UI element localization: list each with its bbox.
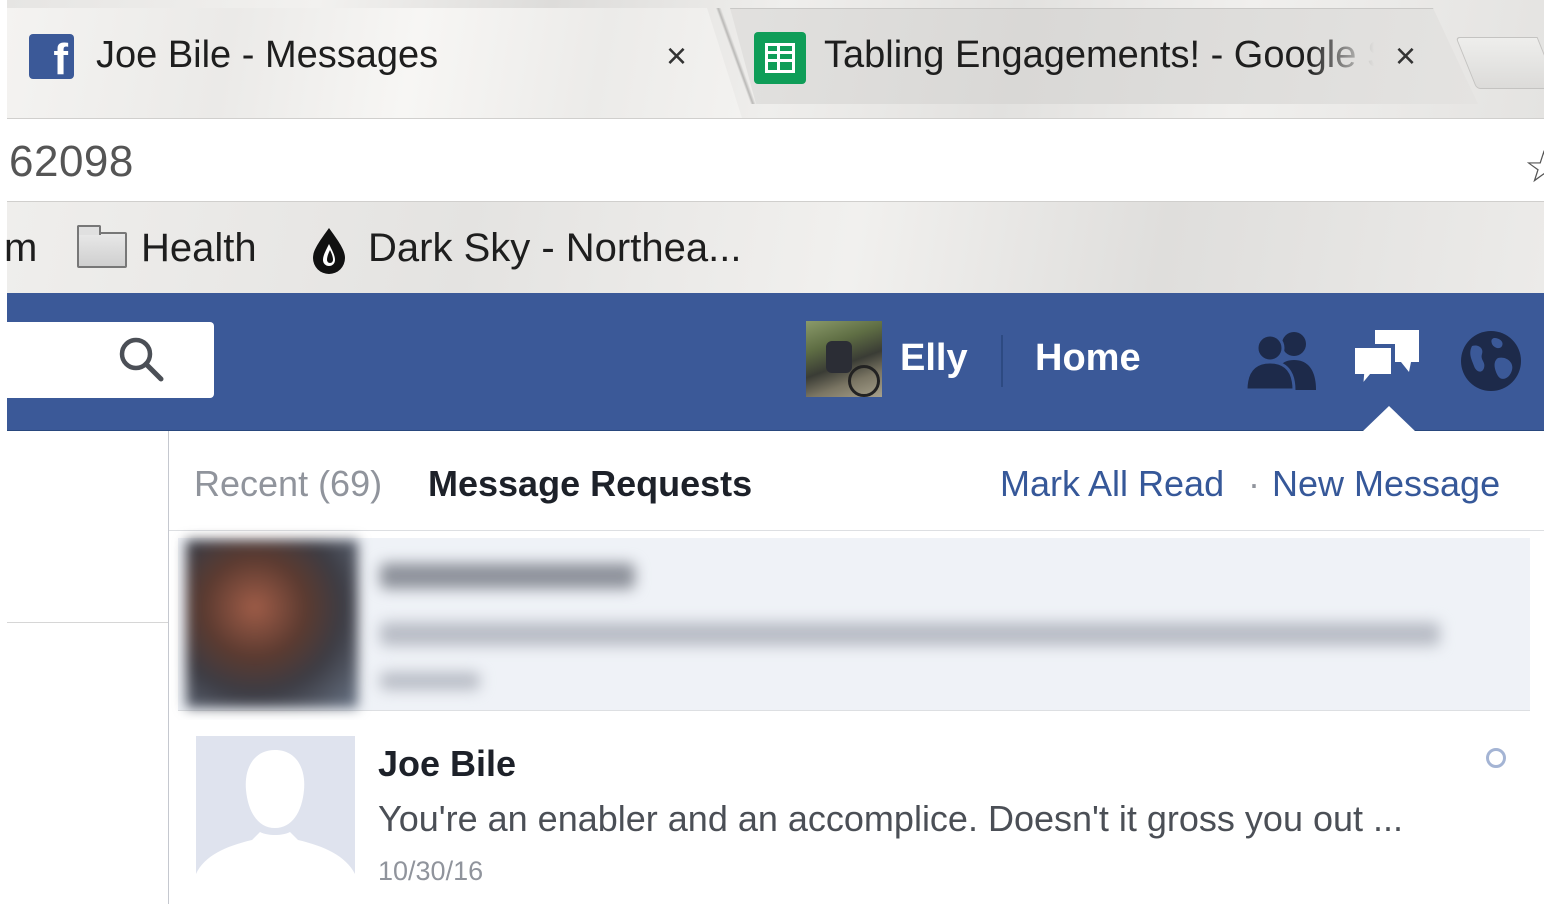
search-input[interactable] (7, 322, 214, 398)
dark-sky-icon (313, 228, 345, 274)
facebook-icon: f (29, 34, 74, 79)
google-sheets-icon (754, 32, 806, 84)
bookmark-item-truncated[interactable]: m (4, 226, 37, 271)
page-left-column (7, 431, 169, 904)
unread-dot-icon[interactable] (1486, 748, 1506, 768)
default-avatar-icon (196, 736, 355, 895)
thread-date: 10/30/16 (378, 856, 484, 886)
thread-snippet: You're an enabler and an accomplice. Doe… (378, 798, 1404, 839)
tab-separator (716, 8, 758, 104)
tab-close-icon[interactable]: × (1395, 36, 1416, 76)
address-bar[interactable]: 62098 (7, 118, 1544, 202)
redacted-snippet (380, 622, 1440, 646)
profile-link[interactable]: Elly (900, 337, 968, 380)
left-edge (0, 0, 7, 904)
url-text[interactable]: 62098 (9, 137, 134, 187)
redacted-name (380, 563, 635, 589)
tab-recent[interactable]: Recent (69) (194, 463, 382, 505)
avatar (186, 540, 358, 708)
nav-divider (1001, 335, 1003, 387)
dropdown-caret (1362, 406, 1416, 432)
link-separator: · (1248, 463, 1260, 504)
avatar[interactable] (806, 321, 882, 397)
divider (7, 622, 169, 623)
folder-icon (77, 225, 127, 268)
notifications-globe-icon[interactable] (1460, 330, 1522, 392)
tab-title-messages[interactable]: Joe Bile - Messages (96, 34, 438, 77)
home-link[interactable]: Home (1035, 337, 1141, 380)
redacted-date (380, 672, 480, 690)
thread-sender-name[interactable]: Joe Bile (378, 743, 516, 785)
messages-icon[interactable] (1349, 326, 1423, 392)
bookmark-item-health[interactable]: Health (141, 226, 257, 271)
bookmark-item-dark-sky[interactable]: Dark Sky - Northea... (368, 226, 741, 271)
right-edge (1544, 0, 1551, 904)
tab-close-icon[interactable]: × (666, 36, 687, 76)
new-message-link[interactable]: New Message (1272, 463, 1500, 505)
friend-requests-icon[interactable] (1244, 328, 1320, 390)
mark-all-read-link[interactable]: Mark All Read (1000, 463, 1224, 505)
tab-title-sheets[interactable]: Tabling Engagements! - Google Sheets (824, 34, 1374, 77)
tab-message-requests[interactable]: Message Requests (428, 463, 752, 505)
search-icon[interactable] (116, 334, 166, 384)
